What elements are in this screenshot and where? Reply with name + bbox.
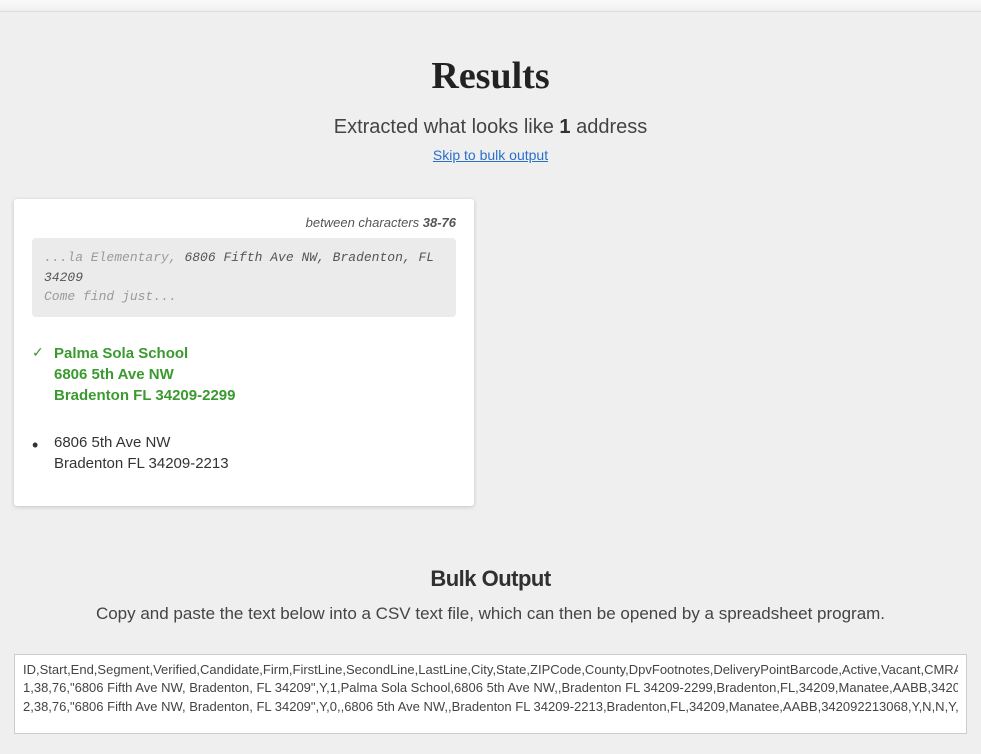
verified-citystatezip: Bradenton FL 34209-2299 (54, 385, 456, 406)
char-range-value: 38-76 (423, 215, 456, 230)
bulk-output-title: Bulk Output (0, 566, 981, 592)
alt-street: 6806 5th Ave NW (54, 432, 456, 453)
subtitle: Extracted what looks like 1 address (0, 116, 981, 139)
verified-firm: Palma Sola School (54, 343, 456, 364)
char-range-prefix: between characters (306, 215, 423, 230)
extract-post: Come find just... (44, 289, 177, 304)
result-card: between characters 38-76 ...la Elementar… (14, 199, 474, 506)
skip-to-bulk-link[interactable]: Skip to bulk output (0, 147, 981, 163)
alt-body: 6806 5th Ave NW Bradenton FL 34209-2213 (54, 432, 456, 474)
check-icon: ✓ (32, 343, 54, 363)
subtitle-count: 1 (559, 116, 570, 138)
main-content: Results Extracted what looks like 1 addr… (0, 54, 981, 754)
extract-snippet: ...la Elementary, 6806 Fifth Ave NW, Bra… (32, 238, 456, 317)
csv-header-row: ID,Start,End,Segment,Verified,Candidate,… (23, 661, 958, 680)
csv-output[interactable]: ID,Start,End,Segment,Verified,Candidate,… (14, 654, 967, 734)
verified-street: 6806 5th Ave NW (54, 364, 456, 385)
page-title: Results (0, 54, 981, 98)
alt-result: • 6806 5th Ave NW Bradenton FL 34209-221… (32, 432, 456, 474)
verified-body: Palma Sola School 6806 5th Ave NW Braden… (54, 343, 456, 406)
char-range: between characters 38-76 (32, 215, 456, 230)
csv-row-1: 1,38,76,"6806 Fifth Ave NW, Bradenton, F… (23, 679, 958, 698)
csv-row-2: 2,38,76,"6806 Fifth Ave NW, Bradenton, F… (23, 698, 958, 717)
subtitle-suffix: address (571, 116, 648, 138)
top-bar (0, 0, 981, 12)
bullet-icon: • (32, 432, 54, 454)
alt-citystatezip: Bradenton FL 34209-2213 (54, 453, 456, 474)
verified-result: ✓ Palma Sola School 6806 5th Ave NW Brad… (32, 343, 456, 406)
extract-pre: ...la Elementary, (44, 250, 184, 265)
bulk-output-desc: Copy and paste the text below into a CSV… (0, 604, 981, 624)
subtitle-prefix: Extracted what looks like (334, 116, 560, 138)
